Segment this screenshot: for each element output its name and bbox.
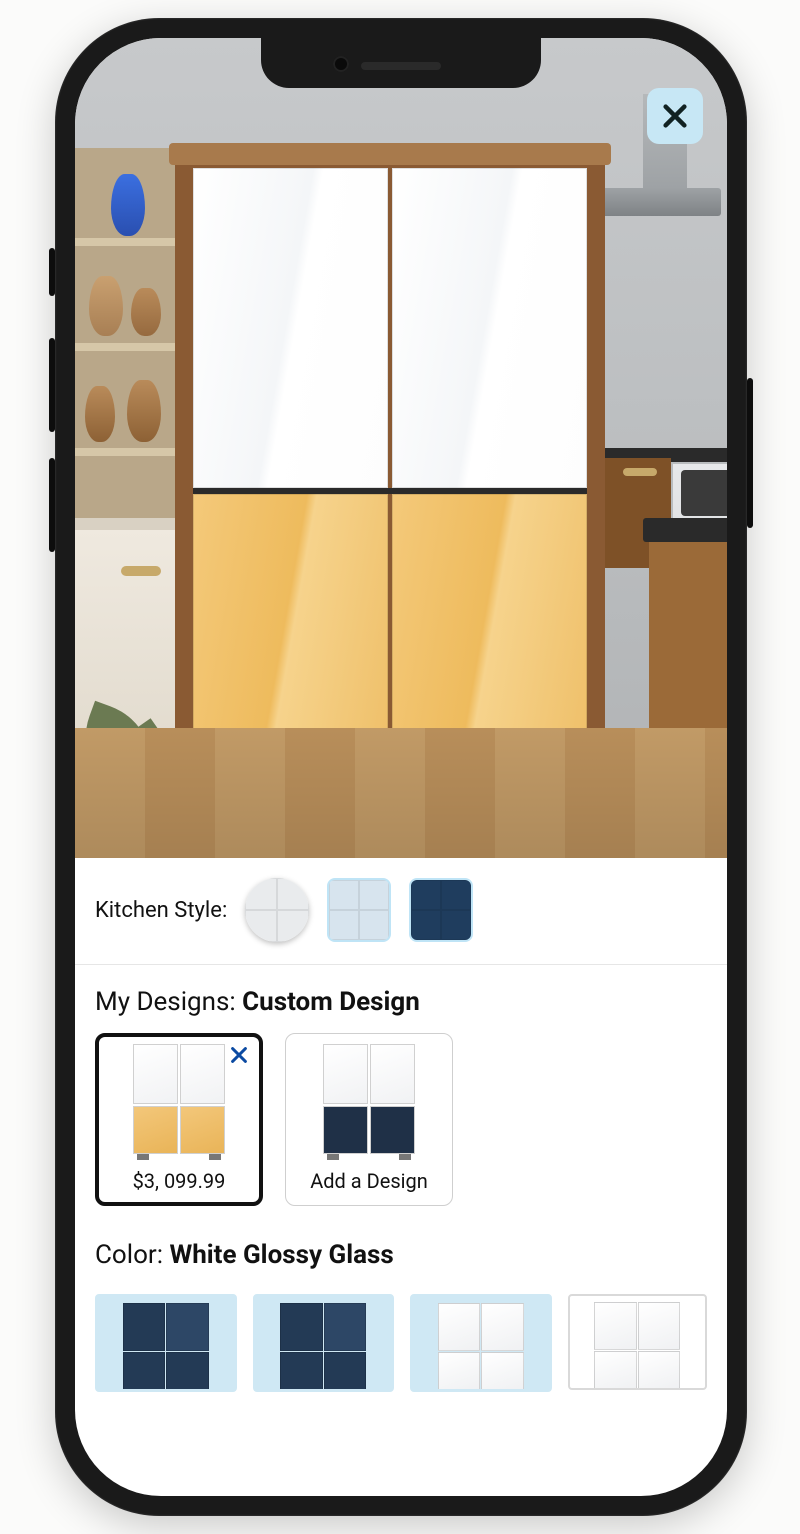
color-name: White Glossy Glass [169,1240,393,1270]
kitchen-shelving [75,148,191,518]
add-design-label: Add a Design [310,1170,428,1193]
fridge-panel-top-left[interactable] [193,168,388,488]
color-section: Color: White Glossy Glass [75,1214,727,1294]
close-button[interactable] [647,88,703,144]
design-thumbnail [323,1044,415,1156]
phone-notch [261,38,541,88]
close-icon [228,1044,250,1066]
phone-screen: Kitchen Style: My Designs: Custom Design [75,38,727,1496]
design-cards: $3, 099.99 Add a Design [95,1033,707,1206]
design-price: $3, 099.99 [133,1170,226,1193]
my-designs-name: Custom Design [242,987,420,1017]
design-thumbnail [133,1044,225,1156]
design-card-current[interactable]: $3, 099.99 [95,1033,263,1206]
color-title: Color: White Glossy Glass [95,1240,707,1270]
kitchen-floor [75,728,727,858]
fridge-panel-bottom-right[interactable] [392,494,587,740]
kitchen-style-option-1[interactable] [245,878,309,942]
color-tiles [75,1294,727,1392]
fridge-panel-top-right[interactable] [392,168,587,488]
kitchen-style-row: Kitchen Style: [75,858,727,965]
color-option-2[interactable] [253,1294,395,1392]
my-designs-prefix: My Designs: [95,987,242,1017]
color-option-1[interactable] [95,1294,237,1392]
color-option-4[interactable] [568,1294,708,1390]
phone-volume-down [49,458,55,552]
kitchen-style-option-3[interactable] [409,878,473,942]
close-icon [659,100,691,132]
my-designs-section: My Designs: Custom Design $3, 099.99 [75,965,727,1214]
kitchen-style-option-2[interactable] [327,878,391,942]
speaker-grille [361,62,441,70]
range-hood [601,188,721,216]
product-render [75,38,727,858]
color-prefix: Color: [95,1240,169,1270]
fridge-panel-bottom-left[interactable] [193,494,388,740]
color-option-3[interactable] [410,1294,552,1392]
my-designs-title: My Designs: Custom Design [95,987,707,1017]
kitchen-island [649,518,727,756]
remove-design-button[interactable] [225,1041,253,1069]
front-camera [333,56,349,72]
kitchen-style-label: Kitchen Style: [95,898,227,923]
fridge[interactable] [193,168,587,740]
design-card-add[interactable]: Add a Design [285,1033,453,1206]
phone-side-button [49,248,55,296]
phone-volume-up [49,338,55,432]
phone-power-button [747,378,753,528]
phone-frame: Kitchen Style: My Designs: Custom Design [55,18,747,1516]
stage: Kitchen Style: My Designs: Custom Design [0,0,800,1534]
